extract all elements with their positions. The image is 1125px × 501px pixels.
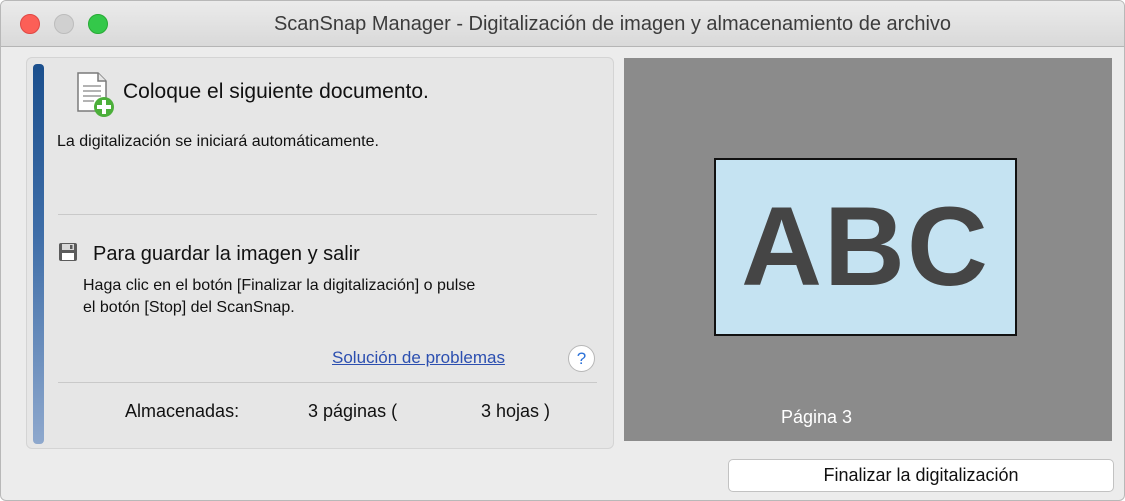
troubleshooting-link[interactable]: Solución de problemas [332, 348, 505, 368]
scansnap-window: ScanSnap Manager - Digitalización de ima… [0, 0, 1125, 501]
window-title: ScanSnap Manager - Digitalización de ima… [273, 13, 952, 35]
finish-scanning-button[interactable]: Finalizar la digitalización [728, 459, 1114, 492]
auto-start-text: La digitalización se iniciará automática… [57, 133, 379, 150]
instructions-panel: Coloque el siguiente documento. La digit… [26, 57, 614, 449]
instruction-line: el botón [Stop] del ScanSnap. [83, 299, 295, 316]
instruction-line: Haga clic en el botón [Finalizar la digi… [83, 277, 476, 294]
minimize-window-button[interactable] [54, 14, 74, 34]
scan-preview: ABC Página 3 [624, 58, 1112, 441]
close-window-button[interactable] [20, 14, 40, 34]
title-bar[interactable]: ScanSnap Manager - Digitalización de ima… [1, 1, 1124, 47]
save-and-exit-heading: Para guardar la imagen y salir [93, 243, 360, 265]
page-thumbnail: ABC [714, 158, 1017, 336]
zoom-window-button[interactable] [88, 14, 108, 34]
page-content-text: ABC [741, 184, 990, 309]
divider [58, 382, 597, 383]
stored-sheets-count: 3 hojas ) [481, 401, 551, 421]
document-add-icon [77, 72, 114, 117]
save-instructions: Haga clic en el botón [Finalizar la digi… [83, 275, 475, 319]
help-button[interactable]: ? [568, 345, 595, 372]
stored-label: Almacenadas: [125, 401, 240, 421]
floppy-disk-icon [59, 243, 77, 261]
next-document-heading: Coloque el siguiente documento. [123, 80, 429, 103]
stored-pages-count: 3 páginas ( [308, 401, 398, 421]
divider [58, 214, 597, 215]
accent-bar [33, 64, 44, 444]
page-number-label: Página 3 [781, 407, 853, 427]
